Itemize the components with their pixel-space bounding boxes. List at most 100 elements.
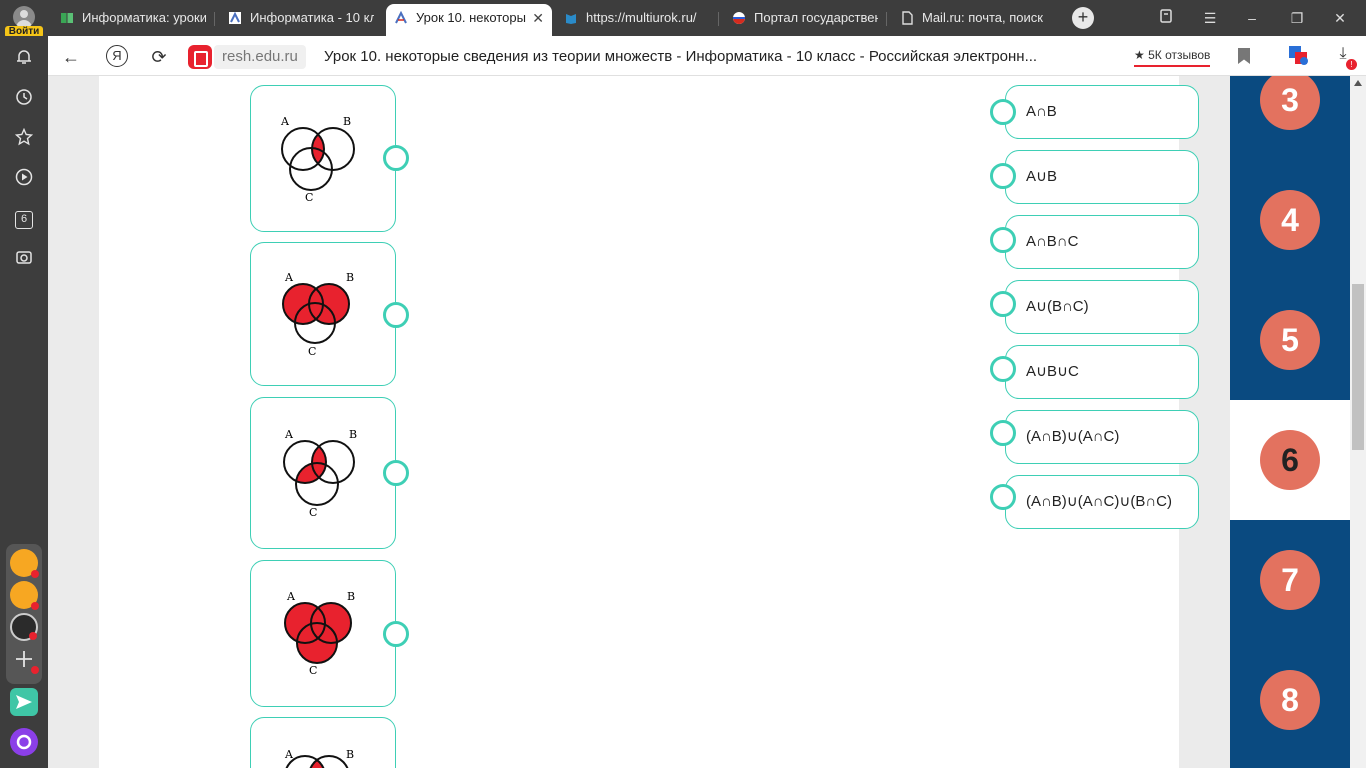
venn-card-2[interactable]: A B C [250, 242, 396, 386]
tab-separator [886, 12, 887, 26]
download-badge: ! [1346, 59, 1357, 70]
back-button[interactable]: ← [60, 46, 82, 68]
reload-button[interactable]: ⟳ [148, 46, 170, 68]
minimize-button[interactable]: – [1242, 8, 1262, 28]
option-card-3[interactable]: A∩B∩C [1005, 215, 1199, 269]
task-number: 3 [1260, 76, 1320, 130]
task-nav-item-5[interactable]: 5 [1230, 280, 1350, 400]
six-icon[interactable]: 6 [12, 208, 36, 232]
mail-app-2-icon[interactable] [10, 581, 39, 610]
right-connector-1[interactable] [990, 99, 1016, 125]
scroll-up-icon[interactable] [1354, 80, 1362, 86]
right-connector-5[interactable] [990, 356, 1016, 382]
tab-label: Портал государствен [754, 10, 878, 25]
left-connector-2[interactable] [383, 302, 409, 328]
domain-chip[interactable]: resh.edu.ru [214, 45, 306, 69]
venn-card-3[interactable]: A B C [250, 397, 396, 549]
right-connector-7[interactable] [990, 484, 1016, 510]
page-icon [902, 11, 913, 25]
vertical-scrollbar[interactable] [1350, 76, 1366, 768]
right-connector-3[interactable] [990, 227, 1016, 253]
tabs-icon[interactable] [1156, 8, 1176, 28]
right-connector-4[interactable] [990, 291, 1016, 317]
option-card-4[interactable]: A∪(B∩C) [1005, 280, 1199, 334]
alice-app-icon[interactable] [10, 728, 38, 756]
bookmark-icon[interactable] [1238, 48, 1250, 64]
tab-multiurok[interactable]: https://multiurok.ru/ [556, 4, 716, 32]
gosuslugi-icon [733, 12, 745, 24]
page-title-field[interactable]: Урок 10. некоторые сведения из теории мн… [324, 45, 1094, 69]
address-bar: ← Я ⟳ resh.edu.ru Урок 10. некоторые све… [48, 36, 1366, 76]
tab-urok-10-active[interactable]: Урок 10. некоторы ✕ [386, 4, 552, 36]
tab-mail-ru[interactable]: Mail.ru: почта, поиск [892, 4, 1056, 32]
restore-button[interactable]: ❐ [1287, 8, 1307, 28]
set-label-a: A [280, 115, 290, 128]
notification-dot [29, 632, 37, 640]
notification-dot [31, 570, 39, 578]
messenger-app-icon[interactable] [10, 613, 38, 641]
page-content: A B C A B C A B C A B C A B A∩B A∪B A∩B∩… [48, 76, 1350, 768]
site-security-icon[interactable] [188, 45, 212, 69]
multiurok-icon [566, 14, 576, 24]
mail-app-icon[interactable] [10, 549, 39, 578]
task-nav-item-8[interactable]: 8 [1230, 640, 1350, 760]
scrollbar-thumb[interactable] [1352, 284, 1364, 450]
task-nav-item-6-active[interactable]: 6 [1230, 400, 1350, 520]
set-label-b: B [349, 428, 357, 441]
right-connector-6[interactable] [990, 420, 1016, 446]
venn-diagram: A B C [283, 428, 357, 519]
tab-bar: Войти Информатика: уроки Информатика - 1… [0, 0, 1366, 38]
tab-close-icon[interactable]: ✕ [532, 4, 544, 32]
venn-card-1[interactable]: A B C [250, 85, 396, 232]
set-label-c: C [308, 345, 316, 358]
set-label-c: C [309, 506, 317, 519]
option-card-6[interactable]: (A∩B)∪(A∩C) [1005, 410, 1199, 464]
option-card-7[interactable]: (A∩B)∪(A∩C)∪(B∩C) [1005, 475, 1199, 529]
task-number-nav: 3 4 5 6 7 8 [1230, 76, 1350, 768]
set-label-b: B [347, 590, 355, 603]
left-connector-4[interactable] [383, 621, 409, 647]
task-number: 8 [1260, 670, 1320, 730]
venn-diagram: A B C [284, 590, 355, 677]
star-icon[interactable] [12, 127, 36, 152]
left-connector-1[interactable] [383, 145, 409, 171]
left-connector-3[interactable] [383, 460, 409, 486]
close-button[interactable]: ✕ [1330, 8, 1350, 28]
task-number: 7 [1260, 550, 1320, 610]
reviews-link[interactable]: ★ 5К отзывов [1134, 46, 1211, 67]
venn-card-4[interactable]: A B C [250, 560, 396, 707]
translate-icon[interactable] [1288, 45, 1308, 65]
option-label: A∪(B∩C) [1026, 298, 1089, 315]
yandex-icon[interactable]: Я [106, 45, 128, 67]
browser-sidebar: 6 [0, 36, 48, 768]
download-icon[interactable]: ⤓! [1332, 45, 1357, 70]
tab-label: Информатика: уроки [82, 10, 206, 25]
task-nav-item-4[interactable]: 4 [1230, 160, 1350, 280]
menu-icon[interactable]: ☰ [1200, 8, 1220, 28]
bell-icon[interactable] [12, 48, 36, 72]
send-app-icon[interactable] [10, 688, 38, 716]
task-nav-item-3[interactable]: 3 [1230, 76, 1350, 160]
tab-label: Mail.ru: почта, поиск [922, 10, 1043, 25]
new-tab-button[interactable]: + [1072, 7, 1094, 29]
option-label: (A∩B)∪(A∩C) [1026, 428, 1120, 445]
history-icon[interactable] [12, 88, 36, 112]
task-number: 5 [1260, 310, 1320, 370]
option-card-5[interactable]: A∪B∪C [1005, 345, 1199, 399]
venn-card-5[interactable]: A B [250, 717, 396, 768]
tab-gosuslugi[interactable]: Портал государствен [724, 4, 884, 32]
add-app-icon[interactable] [10, 645, 39, 674]
tab-separator [214, 12, 215, 26]
task-nav-item-7[interactable]: 7 [1230, 520, 1350, 640]
resh-icon [395, 11, 407, 24]
option-card-1[interactable]: A∩B [1005, 85, 1199, 139]
tab-separator [718, 12, 719, 26]
task-number: 4 [1260, 190, 1320, 250]
camera-icon[interactable] [12, 248, 36, 272]
play-icon[interactable] [12, 168, 36, 192]
right-connector-2[interactable] [990, 163, 1016, 189]
tab-informatika-10[interactable]: Информатика - 10 кл [220, 4, 380, 32]
option-card-2[interactable]: A∪B [1005, 150, 1199, 204]
tab-informatika-uroki[interactable]: Информатика: уроки [52, 4, 212, 32]
profile-button[interactable]: Войти [0, 0, 48, 40]
